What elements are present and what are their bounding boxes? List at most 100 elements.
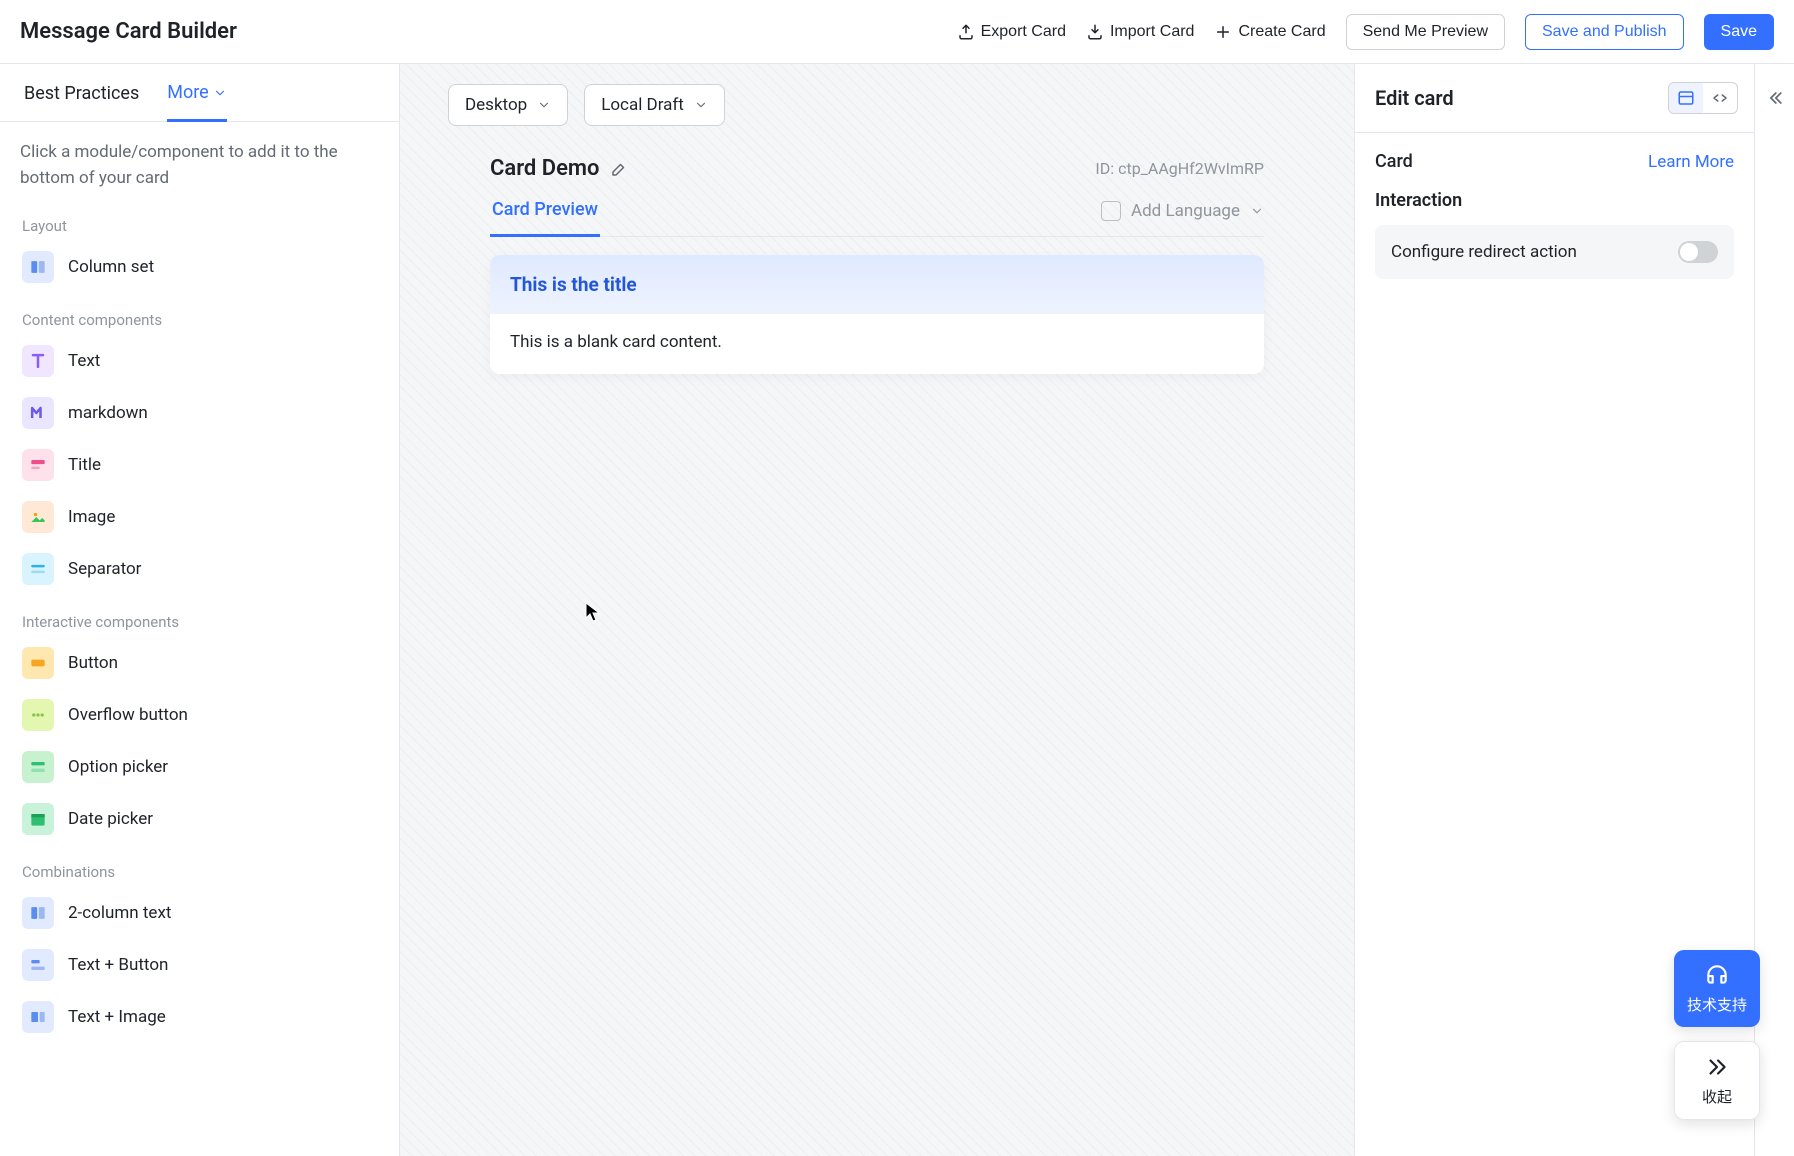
- option-picker-icon: [22, 751, 54, 783]
- chevron-down-icon: [694, 98, 708, 112]
- tab-best-practices[interactable]: Best Practices: [24, 82, 139, 121]
- sidebar-hint: Click a module/component to add it to th…: [0, 122, 399, 199]
- component-button[interactable]: Button: [0, 637, 399, 689]
- app-title: Message Card Builder: [20, 19, 237, 44]
- device-select[interactable]: Desktop: [448, 84, 568, 126]
- chevron-down-icon: [537, 98, 551, 112]
- learn-more-link[interactable]: Learn More: [1648, 152, 1734, 172]
- panel-card-row: Card Learn More: [1375, 151, 1734, 172]
- card-header-row: Card Demo ID: ctp_AAgHf2WvImRP: [490, 156, 1264, 181]
- text-icon: [22, 345, 54, 377]
- component-label: 2-column text: [68, 903, 171, 923]
- component-label: Column set: [68, 257, 154, 277]
- component-label: Text + Image: [68, 1007, 166, 1027]
- collapse-float-button[interactable]: 收起: [1674, 1041, 1760, 1120]
- add-language-button[interactable]: Add Language: [1101, 201, 1264, 235]
- component-label: markdown: [68, 403, 148, 423]
- text-button-icon: [22, 949, 54, 981]
- tech-support-button[interactable]: 技术支持: [1674, 950, 1760, 1027]
- component-2-column-text[interactable]: 2-column text: [0, 887, 399, 939]
- component-label: Text: [68, 351, 100, 371]
- device-label: Desktop: [465, 95, 527, 115]
- chevron-double-right-icon: [1704, 1054, 1730, 1080]
- card-id: ID: ctp_AAgHf2WvImRP: [1095, 159, 1264, 178]
- component-text[interactable]: Text: [0, 335, 399, 387]
- component-label: Text + Button: [68, 955, 168, 975]
- export-label: Export Card: [981, 23, 1066, 41]
- button-icon: [22, 647, 54, 679]
- sidebar-tabs: Best Practices More: [0, 64, 399, 122]
- section-content: Content components: [0, 293, 399, 335]
- card-id-value: ctp_AAgHf2WvImRP: [1118, 159, 1264, 178]
- card-id-label: ID:: [1095, 159, 1114, 178]
- component-label: Separator: [68, 559, 141, 579]
- card-preview-body: This is a blank card content.: [490, 314, 1264, 374]
- component-separator[interactable]: Separator: [0, 543, 399, 595]
- configure-redirect-toggle[interactable]: [1678, 241, 1718, 263]
- view-switch: [1668, 82, 1738, 114]
- overflow-icon: [22, 699, 54, 731]
- checkbox-icon: [1101, 201, 1121, 221]
- date-picker-icon: [22, 803, 54, 835]
- draft-select[interactable]: Local Draft: [584, 84, 725, 126]
- export-icon: [957, 23, 975, 41]
- collapse-panel-button[interactable]: [1754, 64, 1794, 1156]
- save-publish-button[interactable]: Save and Publish: [1525, 14, 1684, 50]
- separator-icon: [22, 553, 54, 585]
- card-name-text: Card Demo: [490, 156, 600, 181]
- card-preview[interactable]: This is the title This is a blank card c…: [490, 255, 1264, 374]
- configure-redirect-label: Configure redirect action: [1391, 242, 1577, 262]
- import-icon: [1086, 23, 1104, 41]
- tab-more-label: More: [167, 82, 208, 103]
- float-stack: 技术支持 收起: [1674, 950, 1760, 1120]
- card-label: Card: [1375, 151, 1413, 172]
- create-card-button[interactable]: Create Card: [1214, 23, 1325, 41]
- component-title[interactable]: Title: [0, 439, 399, 491]
- component-text-plus-button[interactable]: Text + Button: [0, 939, 399, 991]
- edit-icon[interactable]: [610, 160, 628, 178]
- component-option-picker[interactable]: Option picker: [0, 741, 399, 793]
- component-markdown[interactable]: markdown: [0, 387, 399, 439]
- card-name: Card Demo: [490, 156, 628, 181]
- plus-icon: [1214, 23, 1232, 41]
- title-icon: [22, 449, 54, 481]
- chevron-down-icon: [1250, 204, 1264, 218]
- component-label: Button: [68, 653, 118, 673]
- save-button[interactable]: Save: [1704, 14, 1774, 50]
- tech-support-label: 技术支持: [1687, 994, 1747, 1015]
- component-label: Image: [68, 507, 115, 527]
- section-interactive: Interactive components: [0, 595, 399, 637]
- component-label: Title: [68, 455, 101, 475]
- collapse-float-label: 收起: [1702, 1086, 1732, 1107]
- topbar-actions: Export Card Import Card Create Card Send…: [957, 14, 1774, 50]
- canvas: Desktop Local Draft Card Demo: [400, 64, 1354, 1156]
- two-column-icon: [22, 897, 54, 929]
- form-view-button[interactable]: [1669, 83, 1703, 113]
- tab-more[interactable]: More: [167, 82, 226, 122]
- export-card-button[interactable]: Export Card: [957, 23, 1066, 41]
- chevron-down-icon: [213, 86, 227, 100]
- text-image-icon: [22, 1001, 54, 1033]
- send-preview-button[interactable]: Send Me Preview: [1346, 14, 1505, 50]
- draft-label: Local Draft: [601, 95, 684, 115]
- column-set-icon: [22, 251, 54, 283]
- import-card-button[interactable]: Import Card: [1086, 23, 1194, 41]
- component-date-picker[interactable]: Date picker: [0, 793, 399, 845]
- add-language-label: Add Language: [1131, 201, 1240, 221]
- section-combinations: Combinations: [0, 845, 399, 887]
- component-overflow-button[interactable]: Overflow button: [0, 689, 399, 741]
- component-column-set[interactable]: Column set: [0, 241, 399, 293]
- component-label: Date picker: [68, 809, 153, 829]
- card-preview-tab[interactable]: Card Preview: [490, 199, 600, 237]
- section-layout: Layout: [0, 199, 399, 241]
- topbar: Message Card Builder Export Card Import …: [0, 0, 1794, 64]
- component-image[interactable]: Image: [0, 491, 399, 543]
- code-view-button[interactable]: [1703, 83, 1737, 113]
- component-text-plus-image[interactable]: Text + Image: [0, 991, 399, 1043]
- configure-redirect-row: Configure redirect action: [1375, 225, 1734, 279]
- component-label: Overflow button: [68, 705, 188, 725]
- interaction-heading: Interaction: [1375, 190, 1734, 211]
- image-icon: [22, 501, 54, 533]
- import-label: Import Card: [1110, 23, 1194, 41]
- component-label: Option picker: [68, 757, 168, 777]
